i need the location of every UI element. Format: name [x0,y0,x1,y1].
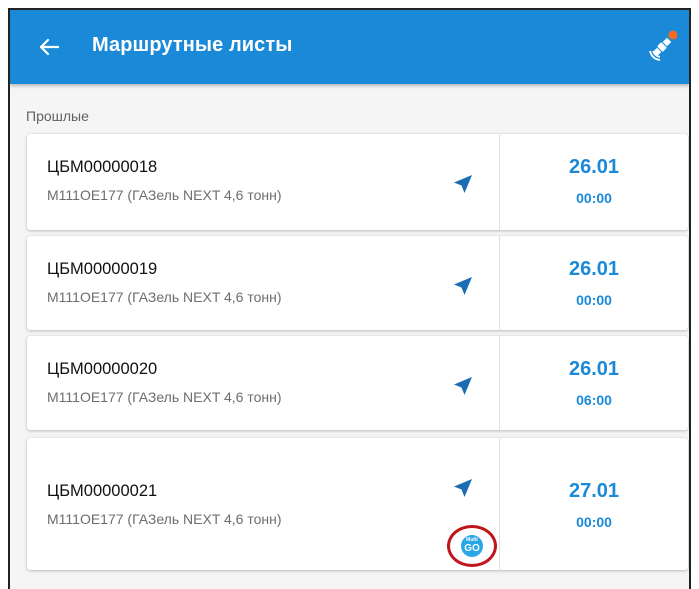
satellite-icon [649,30,678,61]
date-time: 00:00 [576,292,612,308]
multigo-icon: Multi GO [461,535,483,557]
date-time: 00:00 [576,190,612,206]
route-sheet-card[interactable]: ЦБМ00000020 М111ОЕ177 (ГАЗель NEXT 4,6 т… [27,336,688,430]
route-sheet-date: 26.01 00:00 [500,134,688,230]
back-button[interactable] [32,30,66,64]
section-label: Прошлые [26,108,89,124]
route-vehicle: М111ОЕ177 (ГАЗель NEXT 4,6 тонн) [47,289,282,305]
arrow-left-icon [39,38,60,56]
app-window: Маршрутные листы Прошлые ЦБМ00000018 М11… [8,8,691,589]
route-sheet-info: ЦБМ00000019 М111ОЕ177 (ГАЗель NEXT 4,6 т… [27,236,499,330]
app-bar: Маршрутные листы [10,10,689,84]
multigo-label-bottom: GO [464,543,480,554]
date-day: 26.01 [568,358,620,380]
route-number: ЦБМ00000021 [47,482,158,500]
date-time: 06:00 [576,392,612,408]
route-sheet-info: ЦБМ00000018 М111ОЕ177 (ГАЗель NEXT 4,6 т… [27,134,499,230]
route-sheet-card[interactable]: ЦБМ00000019 М111ОЕ177 (ГАЗель NEXT 4,6 т… [27,236,688,330]
route-sheet-card[interactable]: ЦБМ00000021 М111ОЕ177 (ГАЗель NEXT 4,6 т… [27,438,688,570]
route-number: ЦБМ00000019 [47,260,158,278]
date-day: 27.01 [568,480,620,502]
route-sheet-info: ЦБМ00000021 М111ОЕ177 (ГАЗель NEXT 4,6 т… [27,438,499,570]
route-vehicle: М111ОЕ177 (ГАЗель NEXT 4,6 тонн) [47,187,282,203]
page-title: Маршрутные листы [92,34,293,56]
route-sheet-card[interactable]: ЦБМ00000018 М111ОЕ177 (ГАЗель NEXT 4,6 т… [27,134,688,230]
multigo-badge-highlight[interactable]: Multi GO [447,525,497,567]
navigation-icon[interactable] [451,274,475,298]
date-time: 00:00 [576,514,612,530]
route-sheet-info: ЦБМ00000020 М111ОЕ177 (ГАЗель NEXT 4,6 т… [27,336,499,430]
navigation-icon[interactable] [451,374,475,398]
navigation-icon[interactable] [451,172,475,196]
gps-status-button[interactable] [643,27,681,65]
route-sheet-date: 26.01 06:00 [500,336,688,430]
navigation-icon[interactable] [451,476,475,500]
route-number: ЦБМ00000020 [47,360,158,378]
route-vehicle: М111ОЕ177 (ГАЗель NEXT 4,6 тонн) [47,389,282,405]
date-day: 26.01 [568,258,620,280]
route-sheet-date: 26.01 00:00 [500,236,688,330]
route-vehicle: М111ОЕ177 (ГАЗель NEXT 4,6 тонн) [47,511,282,527]
route-sheet-date: 27.01 00:00 [500,438,688,570]
route-number: ЦБМ00000018 [47,158,158,176]
date-day: 26.01 [568,156,620,178]
